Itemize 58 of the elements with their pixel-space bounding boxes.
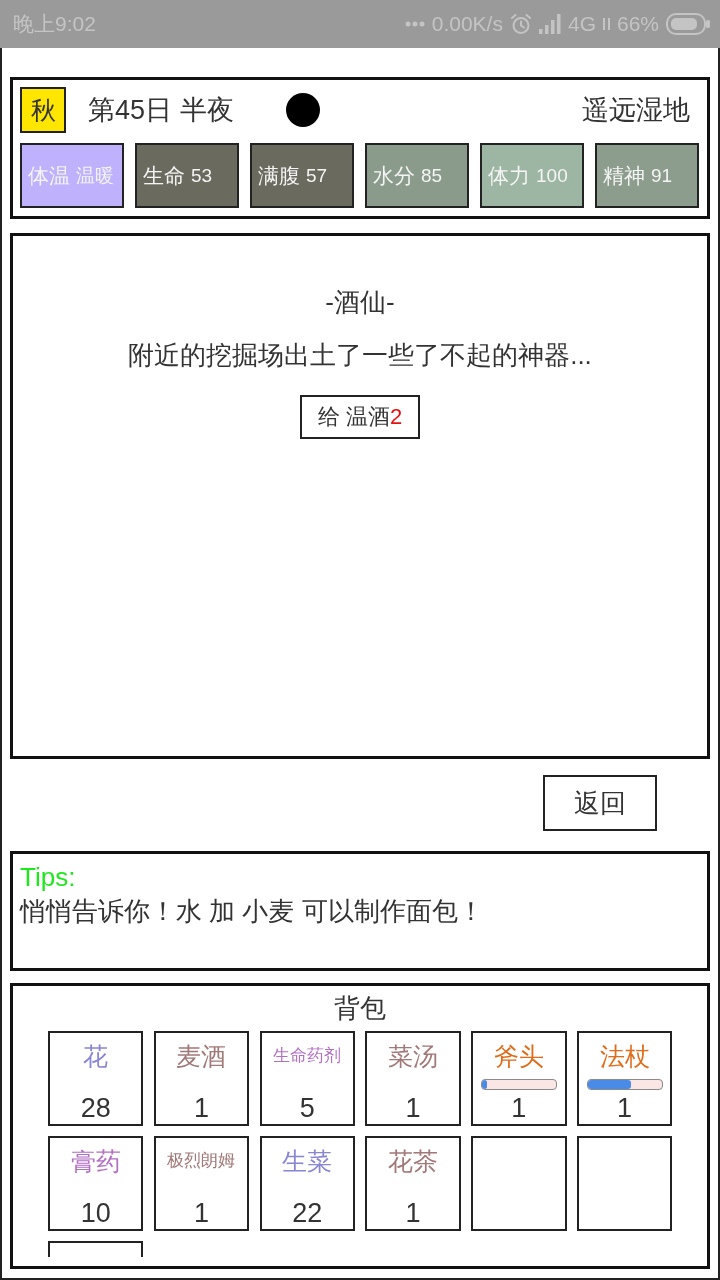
inventory-slot[interactable]: 生命药剂 5	[259, 1031, 355, 1126]
battery-icon	[666, 13, 710, 35]
stat-value: 100	[536, 164, 568, 187]
inventory-slot[interactable]: 麦酒 1	[153, 1031, 250, 1126]
item-count: 1	[405, 1198, 421, 1228]
inventory-slot[interactable]: 生菜 22	[259, 1136, 355, 1231]
item-name: 膏药	[70, 1146, 121, 1176]
back-button[interactable]: 返回	[543, 775, 657, 831]
item-name: 花	[83, 1041, 109, 1071]
item-name: 生菜	[282, 1146, 333, 1176]
stat-label: 生命	[143, 162, 185, 189]
inventory-slot[interactable]: 膏药 10	[48, 1136, 144, 1231]
item-count: 1	[617, 1093, 633, 1123]
item-name: 菜汤	[388, 1041, 439, 1071]
small-bars-icon	[602, 18, 610, 30]
item-count: 28	[80, 1093, 111, 1123]
item-count: 1	[193, 1093, 209, 1123]
item-count: 1	[511, 1093, 527, 1123]
stat-value: 85	[421, 164, 443, 187]
item-count: 22	[292, 1198, 323, 1228]
item-name: 法杖	[599, 1041, 650, 1071]
give-option-button[interactable]: 给 温酒2	[299, 395, 421, 439]
tips-title: Tips:	[20, 861, 77, 894]
item-count: 1	[193, 1198, 209, 1228]
item-name: 极烈朗姆	[167, 1150, 236, 1172]
stat-label: 体力	[488, 162, 530, 189]
inventory-slot[interactable]: 法杖 1	[576, 1031, 673, 1126]
speaker-name: -酒仙-	[325, 287, 395, 317]
stat-value: 53	[191, 164, 213, 187]
inventory-slot[interactable]: 斧头 1	[471, 1031, 567, 1126]
dots-icon	[404, 21, 425, 27]
item-name: 花茶	[388, 1146, 439, 1176]
item-count: 1	[405, 1093, 421, 1123]
inventory-slot[interactable]: 极烈朗姆 1	[153, 1136, 250, 1231]
stat-label: 精神	[603, 162, 645, 189]
item-name: 斧头	[493, 1041, 544, 1071]
item-count: 5	[299, 1093, 315, 1123]
stat-label: 满腹	[258, 162, 300, 189]
dialog-message: 附近的挖掘场出土了一些了不起的神器...	[128, 340, 592, 370]
stat-label: 体温	[28, 162, 70, 189]
location-label: 遥远湿地	[582, 94, 690, 127]
season-badge: 秋	[20, 87, 66, 133]
inventory-slot[interactable]: 菜汤 1	[365, 1031, 461, 1126]
signal-bars-icon	[538, 14, 561, 34]
day-time-label: 第45日 半夜	[88, 94, 234, 127]
item-count: 10	[80, 1198, 111, 1228]
inventory-slot[interactable]: 花 28	[48, 1031, 144, 1126]
inventory-slot[interactable]: 花茶 1	[365, 1136, 461, 1231]
item-name: 麦酒	[176, 1041, 227, 1071]
stat-value: 91	[651, 164, 673, 187]
circle-icon	[285, 93, 320, 127]
tips-text: 悄悄告诉你！水 加 小麦 可以制作面包！	[20, 895, 485, 928]
stat-label: 水分	[373, 162, 415, 189]
item-name: 生命药剂	[273, 1045, 342, 1067]
stat-value: 57	[306, 164, 328, 187]
alarm-clock-icon	[509, 13, 532, 35]
stat-value: 温暖	[76, 163, 114, 188]
inventory-title: 背包	[334, 993, 386, 1023]
